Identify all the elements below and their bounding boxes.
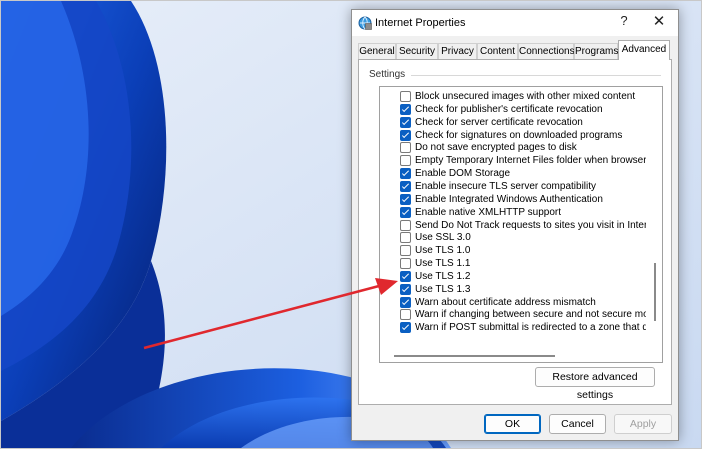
cancel-button[interactable]: Cancel: [549, 414, 606, 434]
ok-button[interactable]: OK: [484, 414, 541, 434]
title-bar[interactable]: Internet Properties ? ✕: [352, 10, 678, 36]
settings-item-label: Enable DOM Storage: [415, 168, 511, 180]
settings-list-item[interactable]: Empty Temporary Internet Files folder wh…: [400, 154, 646, 167]
settings-list-item[interactable]: Check for server certificate revocation: [400, 116, 646, 129]
checkbox-checked[interactable]: [400, 103, 411, 115]
settings-item-label: Do not save encrypted pages to disk: [415, 142, 577, 154]
settings-item-label: Check for signatures on downloaded progr…: [415, 129, 623, 141]
checkbox-checked[interactable]: [400, 206, 411, 218]
settings-item-label: Check for publisher's certificate revoca…: [415, 103, 603, 115]
settings-list-item[interactable]: Warn about certificate address mismatch: [400, 296, 646, 309]
tab-privacy[interactable]: Privacy: [438, 43, 477, 59]
settings-item-label: Send Do Not Track requests to sites you …: [415, 219, 646, 231]
checkbox-unchecked[interactable]: [400, 91, 411, 102]
checkbox-unchecked[interactable]: [400, 309, 411, 321]
settings-list-item[interactable]: Use TLS 1.1: [400, 257, 646, 270]
apply-button[interactable]: Apply: [614, 414, 672, 434]
tab-general[interactable]: General: [358, 43, 396, 59]
checkbox-checked[interactable]: [400, 129, 411, 141]
checkbox-checked[interactable]: [400, 283, 411, 295]
settings-item-label: Check for server certificate revocation: [415, 116, 583, 128]
advanced-panel: Settings Block unsecured images with oth…: [358, 59, 672, 405]
checkbox-checked[interactable]: [400, 270, 411, 282]
screenshot-frame: Internet Properties ? ✕ General Security…: [0, 0, 702, 449]
settings-list-item[interactable]: Check for publisher's certificate revoca…: [400, 103, 646, 116]
tab-strip: General Security Privacy Content Connect…: [358, 40, 674, 60]
group-divider: [411, 75, 661, 76]
settings-list-item[interactable]: Warn if changing between secure and not …: [400, 308, 646, 321]
checkbox-unchecked[interactable]: [400, 219, 411, 231]
checkbox-checked[interactable]: [400, 322, 411, 334]
checkbox-unchecked[interactable]: [400, 142, 411, 154]
dialog-title: Internet Properties: [375, 17, 466, 29]
settings-item-label: Use TLS 1.0: [415, 245, 471, 257]
settings-item-label: Use TLS 1.1: [415, 258, 471, 270]
internet-properties-dialog: Internet Properties ? ✕ General Security…: [351, 9, 679, 441]
checkbox-checked[interactable]: [400, 193, 411, 205]
settings-item-label: Use TLS 1.3: [415, 283, 471, 295]
checkbox-unchecked[interactable]: [400, 258, 411, 270]
close-button[interactable]: ✕: [650, 12, 668, 30]
checkbox-unchecked[interactable]: [400, 155, 411, 167]
settings-item-label: Empty Temporary Internet Files folder wh…: [415, 155, 646, 167]
help-button[interactable]: ?: [616, 13, 632, 28]
checkbox-checked[interactable]: [400, 180, 411, 192]
settings-list-item[interactable]: Enable insecure TLS server compatibility: [400, 180, 646, 193]
settings-item-label: Warn if POST submittal is redirected to …: [415, 322, 646, 334]
settings-item-label: Enable native XMLHTTP support: [415, 206, 562, 218]
settings-list-item[interactable]: Use SSL 3.0: [400, 231, 646, 244]
tab-programs[interactable]: Programs: [574, 43, 618, 59]
settings-list-item[interactable]: Use TLS 1.3: [400, 283, 646, 296]
settings-list-item[interactable]: Use TLS 1.0: [400, 244, 646, 257]
settings-item-label: Warn if changing between secure and not …: [415, 309, 646, 321]
checkbox-unchecked[interactable]: [400, 232, 411, 244]
checkbox-checked[interactable]: [400, 296, 411, 308]
vertical-scrollbar[interactable]: [648, 87, 662, 349]
settings-item-label: Enable insecure TLS server compatibility: [415, 180, 597, 192]
tab-content[interactable]: Content: [477, 43, 518, 59]
settings-items: Block unsecured images with other mixed …: [380, 87, 646, 349]
settings-list-item[interactable]: Send Do Not Track requests to sites you …: [400, 219, 646, 232]
restore-advanced-settings-button[interactable]: Restore advanced settings: [535, 367, 655, 401]
settings-item-label: Use TLS 1.2: [415, 270, 471, 282]
tab-security[interactable]: Security: [396, 43, 438, 59]
settings-item-label: Use SSL 3.0: [415, 232, 471, 244]
settings-list-item[interactable]: Do not save encrypted pages to disk: [400, 141, 646, 154]
settings-list-item[interactable]: Block unsecured images with other mixed …: [400, 90, 646, 103]
tab-connections[interactable]: Connections: [518, 43, 575, 59]
checkbox-checked[interactable]: [400, 116, 411, 128]
settings-list-item[interactable]: Check for signatures on downloaded progr…: [400, 129, 646, 142]
vertical-scroll-thumb[interactable]: [654, 263, 656, 321]
settings-group-label: Settings: [369, 69, 406, 80]
settings-list-item[interactable]: Use TLS 1.2: [400, 270, 646, 283]
settings-item-label: Warn about certificate address mismatch: [415, 296, 596, 308]
settings-list-item[interactable]: Enable native XMLHTTP support: [400, 206, 646, 219]
settings-list-item[interactable]: Enable Integrated Windows Authentication: [400, 193, 646, 206]
settings-list-item[interactable]: Warn if POST submittal is redirected to …: [400, 321, 646, 334]
settings-item-label: Enable Integrated Windows Authentication: [415, 193, 603, 205]
horizontal-scrollbar[interactable]: [380, 350, 662, 362]
horizontal-scroll-thumb[interactable]: [394, 355, 555, 357]
settings-list-item[interactable]: Enable DOM Storage: [400, 167, 646, 180]
settings-item-label: Block unsecured images with other mixed …: [415, 91, 636, 102]
settings-list[interactable]: Block unsecured images with other mixed …: [379, 86, 663, 363]
internet-options-icon: [358, 16, 372, 30]
checkbox-unchecked[interactable]: [400, 245, 411, 257]
checkbox-checked[interactable]: [400, 168, 411, 180]
tab-advanced[interactable]: Advanced: [618, 40, 670, 60]
